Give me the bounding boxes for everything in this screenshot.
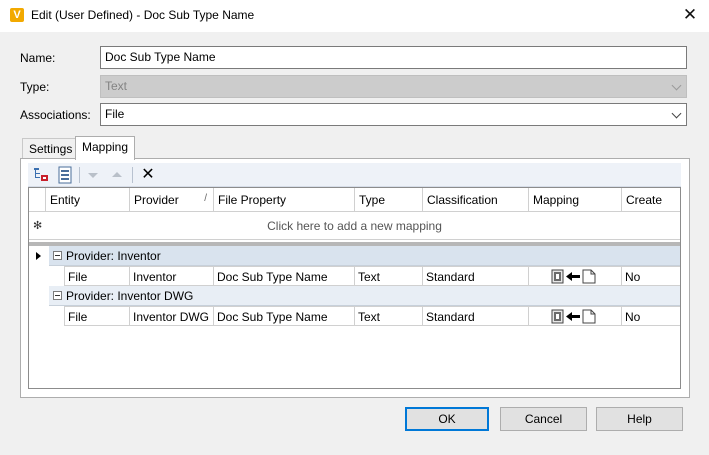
cell-provider[interactable]: Inventor DWG xyxy=(130,306,214,326)
column-label: Classification xyxy=(427,193,498,207)
cancel-button[interactable]: Cancel xyxy=(500,407,587,431)
mapping-grid: Entity Provider / File Property Type Cla… xyxy=(28,187,681,389)
column-label: Type xyxy=(359,193,386,207)
cell-entity[interactable]: File xyxy=(64,306,130,326)
type-select-value: Text xyxy=(105,79,128,93)
group-row-inventor-dwg[interactable]: Provider: Inventor DWG xyxy=(49,286,680,306)
properties-icon[interactable] xyxy=(56,166,74,184)
cell-mapping[interactable] xyxy=(529,306,622,326)
name-field[interactable]: Doc Sub Type Name xyxy=(100,46,687,69)
collapse-icon[interactable] xyxy=(53,251,62,260)
new-mapping-row[interactable]: ✻ Click here to add a new mapping xyxy=(29,212,680,240)
column-label: Create xyxy=(626,193,663,207)
cell-classification[interactable]: Standard xyxy=(423,266,529,286)
column-label: File Property xyxy=(218,193,287,207)
mapping-toolbar: ✕ xyxy=(28,163,681,187)
group-label: Provider: Inventor DWG xyxy=(66,289,194,303)
row-header-column xyxy=(29,188,46,212)
chevron-down-icon xyxy=(671,80,682,91)
new-mapping-hint[interactable]: Click here to add a new mapping xyxy=(29,219,680,233)
toolbar-separator xyxy=(132,167,133,183)
column-label: Mapping xyxy=(533,193,580,207)
tab-settings[interactable]: Settings xyxy=(22,138,80,158)
associations-select[interactable]: File xyxy=(100,103,687,126)
cell-file-property[interactable]: Doc Sub Type Name xyxy=(214,306,355,326)
column-label: Entity xyxy=(50,193,81,207)
title-bar: V Edit (User Defined) - Doc Sub Type Nam… xyxy=(0,0,709,32)
cell-type[interactable]: Text xyxy=(355,306,423,326)
associations-label: Associations: xyxy=(20,108,91,122)
toolbar-separator xyxy=(79,167,80,183)
cell-entity[interactable]: File xyxy=(64,266,130,286)
delete-icon[interactable]: ✕ xyxy=(139,166,157,184)
tab-mapping[interactable]: Mapping xyxy=(75,136,136,160)
move-down-icon xyxy=(84,166,102,184)
column-label: Provider xyxy=(134,193,179,207)
column-header-type[interactable]: Type xyxy=(355,188,423,212)
table-row[interactable]: File Inventor DWG Doc Sub Type Name Text… xyxy=(64,306,680,326)
cell-type[interactable]: Text xyxy=(355,266,423,286)
close-icon[interactable]: ✕ xyxy=(674,3,706,29)
vault-app-icon: V xyxy=(10,8,24,22)
read-from-file-icon xyxy=(551,309,596,324)
column-header-create[interactable]: Create xyxy=(622,188,680,212)
current-row-indicator-icon xyxy=(36,252,41,260)
chevron-down-icon[interactable] xyxy=(671,108,682,119)
type-label: Type: xyxy=(20,80,50,94)
name-field-value: Doc Sub Type Name xyxy=(105,50,216,64)
type-select: Text xyxy=(100,75,687,98)
cell-provider[interactable]: Inventor xyxy=(130,266,214,286)
move-up-icon xyxy=(108,166,126,184)
group-row-inventor[interactable]: Provider: Inventor xyxy=(49,246,680,266)
column-header-file-property[interactable]: File Property xyxy=(214,188,355,212)
cell-create[interactable]: No xyxy=(622,306,680,326)
column-header-provider[interactable]: Provider / xyxy=(130,188,214,212)
ok-button[interactable]: OK xyxy=(405,407,489,431)
cell-mapping[interactable] xyxy=(529,266,622,286)
read-from-file-icon xyxy=(551,269,596,284)
column-header-entity[interactable]: Entity xyxy=(46,188,130,212)
cell-classification[interactable]: Standard xyxy=(423,306,529,326)
group-label: Provider: Inventor xyxy=(66,249,161,263)
add-mapping-icon[interactable] xyxy=(32,166,50,184)
column-header-classification[interactable]: Classification xyxy=(423,188,529,212)
column-header-mapping[interactable]: Mapping xyxy=(529,188,622,212)
cell-file-property[interactable]: Doc Sub Type Name xyxy=(214,266,355,286)
window-title: Edit (User Defined) - Doc Sub Type Name xyxy=(31,8,255,22)
cell-create[interactable]: No xyxy=(622,266,680,286)
collapse-icon[interactable] xyxy=(53,291,62,300)
sort-indicator-icon: / xyxy=(204,193,207,204)
help-button[interactable]: Help xyxy=(596,407,683,431)
table-row[interactable]: File Inventor Doc Sub Type Name Text Sta… xyxy=(64,266,680,286)
associations-select-value: File xyxy=(105,107,125,121)
name-label: Name: xyxy=(20,51,56,65)
